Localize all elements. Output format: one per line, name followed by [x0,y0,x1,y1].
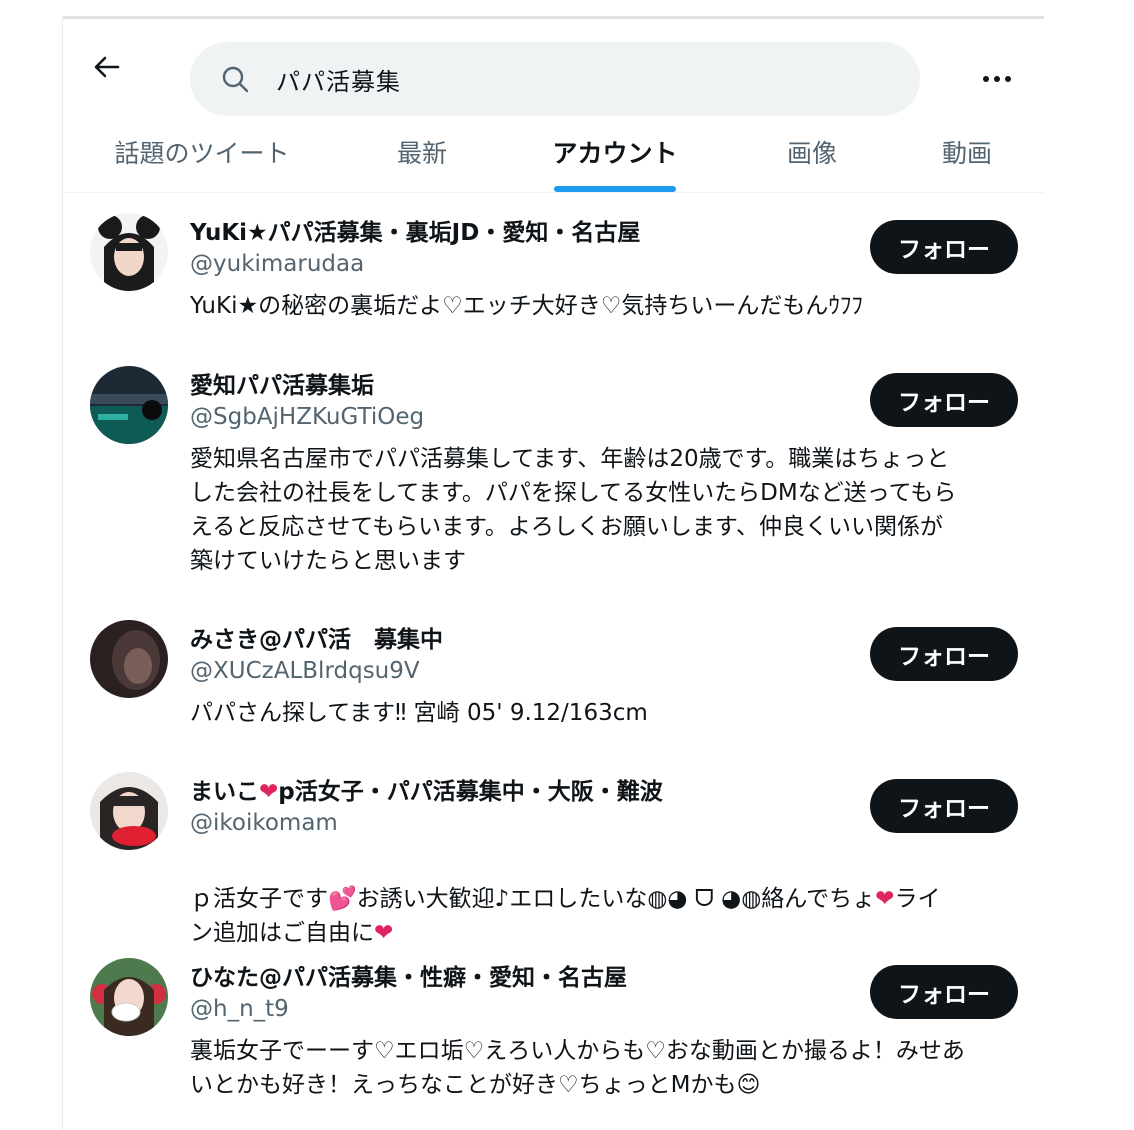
list-item[interactable]: まいこ❤p活女子・パパ活募集中・大阪・難波 @ikoikomam ｐ活女子です💕… [62,772,1044,946]
search-tabs: 話題のツイート 最新 アカウント 画像 動画 [62,126,1044,192]
account-bio: 裏垢女子でーーす♡エロ垢♡えろい人からも♡おな動画とか撮るよ！みせあ いとかも好… [190,1038,965,1098]
account-name[interactable]: 愛知パパ活募集垢 [190,366,374,400]
search-query-text[interactable]: パパ活募集 [276,62,401,97]
list-item[interactable]: みさき@パパ活 募集中 @XUCzALBlrdqsu9V パパさん探してます‼︎… [62,620,1044,730]
account-handle[interactable]: @yukimarudaa [190,251,364,277]
list-item[interactable]: ひなた@パパ活募集・性癖・愛知・名古屋 @h_n_t9 裏垢女子でーーす♡エロ垢… [62,958,1044,1118]
hearts-icon: 💕 [328,886,357,912]
search-input[interactable]: パパ活募集 [190,42,920,116]
follow-button[interactable]: フォロー [870,220,1018,274]
account-name[interactable]: ひなた@パパ活募集・性癖・愛知・名古屋 [190,958,627,992]
tab-images[interactable]: 画像 [762,126,862,192]
more-horizontal-icon [983,76,1011,82]
follow-button[interactable]: フォロー [870,627,1018,681]
avatar[interactable] [90,213,168,291]
arrow-left-icon [94,56,120,78]
heart-icon: ❤ [374,920,394,946]
account-bio: パパさん探してます‼︎ 宮崎 05' 9.12/163cm [190,700,648,726]
account-handle[interactable]: @h_n_t9 [190,996,289,1022]
list-item[interactable]: 愛知パパ活募集垢 @SgbAjHZKuGTiOeg 愛知県名古屋市でパパ活募集し… [62,366,1044,586]
account-name[interactable]: みさき@パパ活 募集中 [190,620,443,654]
list-item[interactable]: YuKi★パパ活募集・裏垢JD・愛知・名古屋 @yukimarudaa YuKi… [62,213,1044,343]
account-name[interactable]: YuKi★パパ活募集・裏垢JD・愛知・名古屋 [190,213,640,247]
top-divider [62,16,1044,19]
tabs-divider [62,192,1044,193]
follow-button[interactable]: フォロー [870,965,1018,1019]
avatar[interactable] [90,772,168,850]
account-bio: ｐ活女子です💕お誘い大歓迎♪エロしたいな◍◕ ᗜ ◕◍絡んでちょ❤ライ ン追加はご… [190,886,941,946]
avatar[interactable] [90,958,168,1036]
tab-top-tweets[interactable]: 話題のツイート [102,126,302,192]
tab-latest[interactable]: 最新 [372,126,472,192]
more-options-button[interactable] [972,56,1022,102]
back-button[interactable] [84,44,130,90]
account-name[interactable]: まいこ❤p活女子・パパ活募集中・大阪・難波 [190,772,663,806]
search-icon [220,64,250,94]
account-bio: YuKi★の秘密の裏垢だよ♡エッチ大好き♡気持ちいーんだもんｳﾌﾌ [190,293,863,319]
heart-icon: ❤ [259,779,279,805]
account-handle[interactable]: @SgbAjHZKuGTiOeg [190,404,424,430]
tab-videos[interactable]: 動画 [917,126,1017,192]
avatar[interactable] [90,620,168,698]
follow-button[interactable]: フォロー [870,779,1018,833]
follow-button[interactable]: フォロー [870,373,1018,427]
account-handle[interactable]: @ikoikomam [190,810,338,836]
account-bio: 愛知県名古屋市でパパ活募集してます、年齢は20歳です。職業はちょっと した会社の… [190,446,957,574]
tab-accounts[interactable]: アカウント [540,126,690,192]
avatar[interactable] [90,366,168,444]
account-handle[interactable]: @XUCzALBlrdqsu9V [190,658,420,684]
search-results-panel: パパ活募集 話題のツイート 最新 アカウント 画像 動画 YuKi★パパ活募集・… [62,16,1044,1130]
heart-icon: ❤ [875,886,895,912]
